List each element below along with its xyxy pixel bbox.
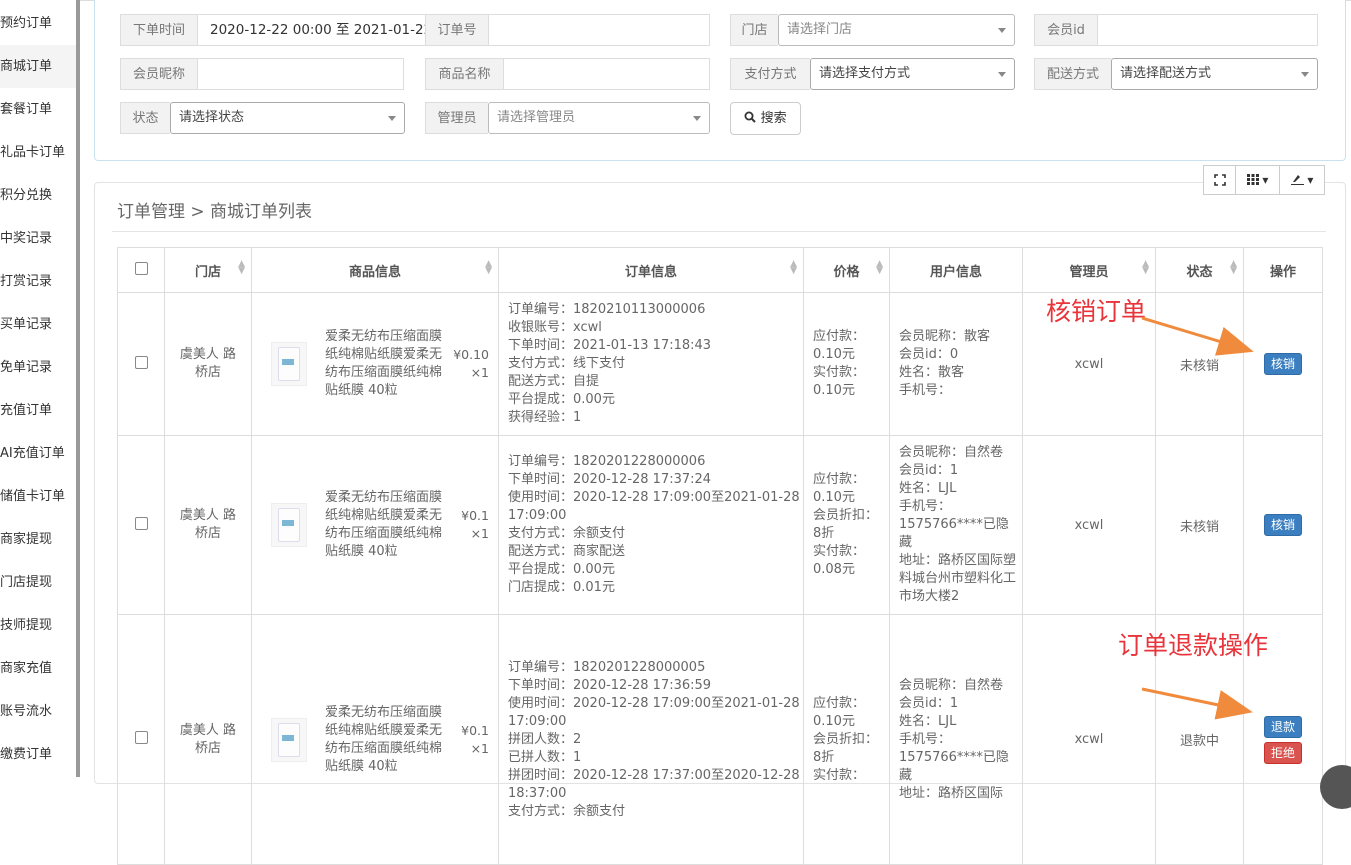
arrow-icon: [1142, 318, 1248, 350]
arrow-icon: [1142, 689, 1247, 711]
annotation-arrows: [0, 0, 1351, 777]
floating-corner-widget[interactable]: [1320, 765, 1351, 809]
user-info-line: 地址：路桥区国际: [899, 785, 1017, 803]
order-info-line: 支付方式：余额支付: [508, 803, 802, 821]
